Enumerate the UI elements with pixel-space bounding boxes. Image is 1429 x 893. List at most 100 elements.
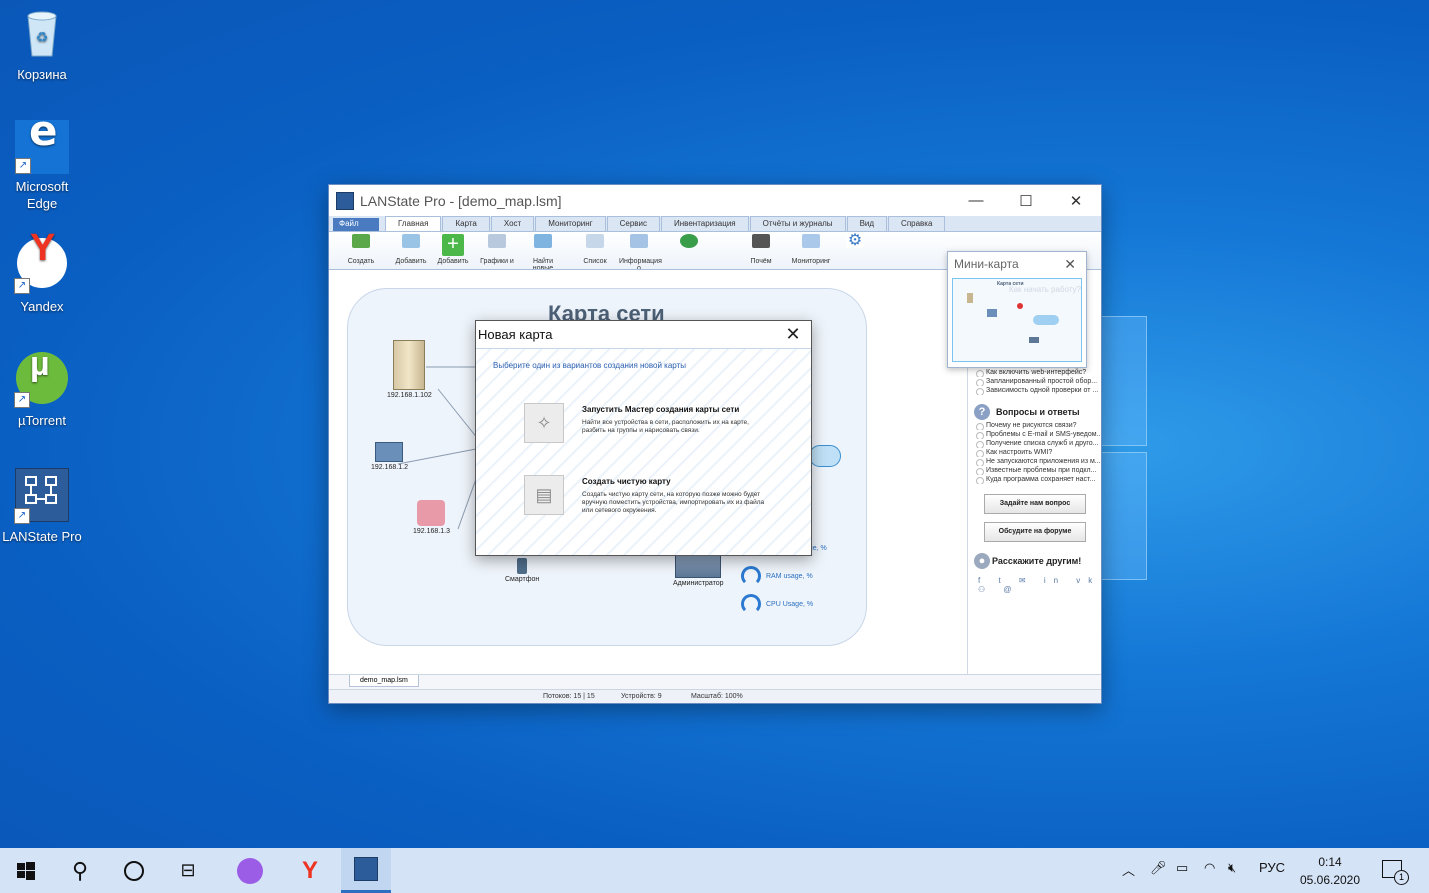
- server-node[interactable]: 192.168.1.102: [387, 340, 432, 399]
- status-bar: Потоков: 15 | 15 Устройств: 9 Масштаб: 1…: [329, 689, 1101, 703]
- ribbon-find-new-button[interactable]: Найти новые: [523, 234, 563, 269]
- tab-map[interactable]: Карта: [442, 216, 490, 231]
- tab-reports[interactable]: Отчёты и журналы: [749, 216, 846, 231]
- device-down-icon: [417, 500, 446, 526]
- shortcut-arrow-icon: ↗: [14, 278, 30, 294]
- tray-chevron-up-icon[interactable]: ︿: [1122, 860, 1135, 879]
- status-threads: Потоков: 15 | 15: [543, 693, 595, 700]
- qa-link[interactable]: Как настроить WMI?: [968, 448, 1101, 457]
- desktop-icon-label: LANState Pro: [2, 529, 82, 544]
- app-icon: [336, 191, 354, 210]
- desktop-icon-recycle-bin[interactable]: ♻ Корзина: [0, 6, 84, 83]
- start-button[interactable]: [2, 848, 50, 893]
- shortcut-arrow-icon: ↗: [15, 158, 31, 174]
- minimap-faded-text: Как начать работу?: [1009, 285, 1081, 294]
- mini-alert-icon: [1017, 303, 1023, 309]
- window-title: LANState Pro - [demo_map.lsm]: [360, 192, 562, 209]
- svg-text:♻: ♻: [36, 29, 49, 45]
- wifi-icon[interactable]: ◠: [1204, 860, 1215, 876]
- gauge-cpu[interactable]: CPU Usage, %: [741, 594, 813, 614]
- file-menu[interactable]: Файл: [333, 218, 379, 231]
- ribbon-settings-button[interactable]: ⚙: [835, 233, 875, 258]
- ribbon-charts-button[interactable]: Графики и: [477, 234, 517, 265]
- forum-button[interactable]: Обсудите на форуме: [984, 522, 1086, 542]
- document-tabs: demo_map.lsm: [329, 674, 1101, 689]
- desktop-icon-lanstate[interactable]: ↗ LANState Pro: [0, 468, 84, 545]
- language-indicator[interactable]: РУС: [1259, 860, 1285, 875]
- qa-link[interactable]: Почему не рисуются связи?: [968, 421, 1101, 430]
- taskbar-yandex[interactable]: Y: [286, 848, 334, 893]
- ribbon-globe-button[interactable]: [669, 234, 709, 258]
- ribbon-create-button[interactable]: Создать: [341, 234, 381, 265]
- desktop-icon-edge[interactable]: e ↗ Microsoft Edge: [0, 110, 84, 212]
- shortcut-arrow-icon: ↗: [14, 392, 30, 408]
- microphone-icon[interactable]: 🎤︎: [1150, 860, 1167, 876]
- tab-home[interactable]: Главная: [385, 216, 442, 231]
- option-description: Найти все устройства в сети, расположить…: [582, 419, 749, 434]
- tab-inventory[interactable]: Инвентаризация: [661, 216, 749, 231]
- qa-link[interactable]: Проблемы с E-mail и SMS-уведом...: [968, 430, 1101, 439]
- minimap-window[interactable]: Мини-карта ✕ Карта сети Как начать работ…: [947, 251, 1087, 368]
- desktop-icon-yandex[interactable]: Y ↗ Yandex: [0, 229, 84, 315]
- ask-question-button[interactable]: Задайте нам вопрос: [984, 494, 1086, 514]
- windows-logo-icon: [17, 861, 35, 880]
- list-icon: [586, 234, 604, 248]
- gauge-ram[interactable]: RAM usage, %: [741, 566, 813, 586]
- cortana-button[interactable]: [110, 848, 158, 893]
- qa-link[interactable]: Куда программа сохраняет наст...: [968, 475, 1101, 484]
- battery-icon[interactable]: ▭: [1176, 860, 1188, 876]
- smartphone-node[interactable]: Смартфон: [505, 558, 539, 583]
- shortcut-arrow-icon: ↗: [14, 508, 30, 524]
- monitor-icon: [802, 234, 820, 248]
- ribbon-info-button[interactable]: Информация о: [619, 234, 662, 269]
- create-map-icon: [352, 234, 370, 248]
- clock[interactable]: 0:14 05.06.2020: [1290, 853, 1370, 889]
- action-center-icon[interactable]: 1: [1382, 860, 1409, 885]
- minimap-close-icon[interactable]: ✕: [1064, 256, 1076, 273]
- task-view-button[interactable]: ⊟: [164, 848, 212, 893]
- ribbon-monitoring-button[interactable]: Мониторинг: [791, 234, 831, 265]
- taskbar-lanstate[interactable]: [341, 848, 391, 893]
- qa-link[interactable]: Не запускаются приложения из м...: [968, 457, 1101, 466]
- qa-link[interactable]: Известные проблемы при подкл...: [968, 466, 1101, 475]
- minimize-button[interactable]: —: [951, 185, 1001, 216]
- taskbar-alice[interactable]: [226, 848, 274, 893]
- tab-help[interactable]: Справка: [888, 216, 946, 231]
- qa-link[interactable]: Получение списка служб и друго...: [968, 439, 1101, 448]
- clock-date: 05.06.2020: [1299, 873, 1361, 887]
- search-button[interactable]: ⚲: [56, 848, 104, 893]
- desktop-icon-utorrent[interactable]: µ ↗ µTorrent: [0, 347, 84, 429]
- help-link[interactable]: Как включить web-интерфейс?: [968, 368, 1101, 377]
- ribbon-list-button[interactable]: Список: [575, 234, 615, 265]
- minimap-title: Мини-карта: [954, 257, 1019, 271]
- workstation-icon: [375, 442, 404, 462]
- volume-muted-icon[interactable]: 🔇︎: [1228, 860, 1236, 876]
- minimap-titlebar[interactable]: Мини-карта ✕: [948, 252, 1086, 276]
- printer-node[interactable]: 192.168.1.3: [413, 500, 450, 535]
- smartphone-icon: [517, 558, 528, 574]
- close-button[interactable]: ✕: [1051, 185, 1101, 216]
- tab-host[interactable]: Хост: [490, 216, 535, 231]
- maximize-button[interactable]: ☐: [1001, 185, 1051, 216]
- ribbon-ping-button[interactable]: Почём: [741, 234, 781, 265]
- notification-count-badge: 1: [1394, 870, 1409, 885]
- cloud-icon: [809, 445, 841, 467]
- tab-view[interactable]: Вид: [846, 216, 888, 231]
- ribbon-add-button[interactable]: Добавить: [391, 234, 431, 265]
- minimap-viewport[interactable]: Карта сети Как начать работу?: [952, 278, 1082, 362]
- help-link[interactable]: Зависимость одной проверки от ...: [968, 386, 1101, 395]
- help-link[interactable]: Запланированный простой обор...: [968, 377, 1101, 386]
- dialog-titlebar[interactable]: Новая карта ✕: [476, 321, 811, 347]
- plus-icon: +: [442, 234, 464, 256]
- mini-server-icon: [967, 293, 973, 303]
- title-bar[interactable]: LANState Pro - [demo_map.lsm] — ☐ ✕: [329, 185, 1101, 216]
- ribbon-add-big-button[interactable]: + Добавить: [433, 234, 473, 265]
- document-tab[interactable]: demo_map.lsm: [349, 675, 419, 687]
- dialog-body: Выберите один из вариантов создания ново…: [476, 348, 811, 555]
- desktop-icon-label: Microsoft Edge: [15, 179, 69, 211]
- tab-monitoring[interactable]: Мониторинг: [535, 216, 606, 231]
- workstation-node[interactable]: 192.168.1.2: [371, 442, 408, 471]
- tab-service[interactable]: Сервис: [606, 216, 660, 231]
- social-links[interactable]: f t ✉ in vk ⚇ @: [968, 570, 1101, 594]
- dialog-close-button[interactable]: ✕: [775, 324, 811, 345]
